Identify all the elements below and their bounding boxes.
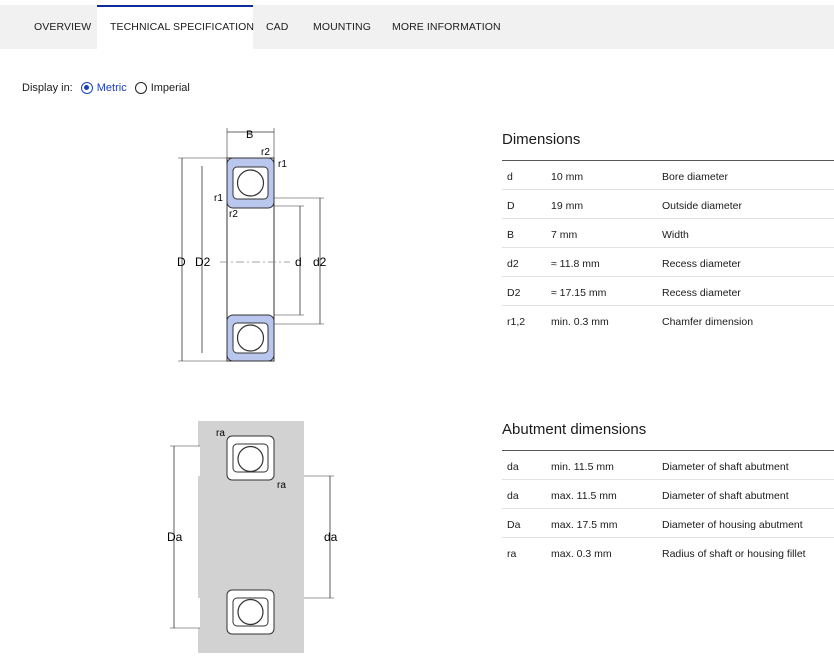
symbol: da xyxy=(507,490,519,502)
dimensions-table: d 10 mm Bore diameter D 19 mm Outside di… xyxy=(502,160,834,335)
description: Recess diameter xyxy=(662,287,741,299)
value: ≈ 17.15 mm xyxy=(551,287,607,299)
label-r1-left: r1 xyxy=(214,193,223,204)
description: Bore diameter xyxy=(662,171,728,183)
abutment-diagram: ra ra Da da xyxy=(167,421,338,653)
label-ra-mid: ra xyxy=(277,480,286,491)
imperial-option[interactable]: Imperial xyxy=(134,82,190,94)
symbol: Da xyxy=(507,519,521,531)
bearing-dimensions-diagram: B r2 r1 r1 r2 D D2 d d2 xyxy=(177,128,327,362)
description: Diameter of shaft abutment xyxy=(662,490,789,502)
label-D2: D2 xyxy=(195,255,211,269)
label-B: B xyxy=(246,129,253,141)
value: 10 mm xyxy=(551,171,584,183)
description: Chamfer dimension xyxy=(662,316,754,328)
label-ra-top: ra xyxy=(216,428,225,439)
label-da: da xyxy=(324,530,338,544)
table-row: da min. 11.5 mm Diameter of shaft abutme… xyxy=(502,451,834,480)
table-row: ra max. 0.3 mm Radius of shaft or housin… xyxy=(502,538,834,567)
label-Da: Da xyxy=(167,530,183,544)
value: min. 11.5 mm xyxy=(551,461,614,473)
table-row: Da max. 17.5 mm Diameter of housing abut… xyxy=(502,509,834,538)
label-r2-top: r2 xyxy=(261,147,270,158)
value: min. 0.3 mm xyxy=(551,316,609,328)
table-row: D2 ≈ 17.15 mm Recess diameter xyxy=(502,277,834,306)
label-D: D xyxy=(177,255,186,269)
symbol: D xyxy=(507,200,515,212)
unit-selector: Display in: Metric Imperial xyxy=(22,82,190,94)
value: max. 0.3 mm xyxy=(551,548,612,560)
symbol: r1,2 xyxy=(507,316,526,328)
radio-selected-icon[interactable] xyxy=(80,82,93,94)
symbol: B xyxy=(507,229,515,241)
table-row: D 19 mm Outside diameter xyxy=(502,190,834,219)
table-row: r1,2 min. 0.3 mm Chamfer dimension xyxy=(502,306,834,335)
description: Width xyxy=(662,229,689,241)
value: 7 mm xyxy=(551,229,578,241)
value: 19 mm xyxy=(551,200,584,212)
abutment-title: Abutment dimensions xyxy=(502,421,647,438)
description: Recess diameter xyxy=(662,258,741,270)
table-row: d2 ≈ 11.8 mm Recess diameter xyxy=(502,248,834,277)
label-d2: d2 xyxy=(313,255,327,269)
value: ≈ 11.8 mm xyxy=(551,258,600,270)
display-label: Display in: xyxy=(22,82,73,94)
symbol: da xyxy=(507,461,519,473)
value: max. 17.5 mm xyxy=(551,519,618,531)
symbol: D2 xyxy=(507,287,521,299)
tab-more-information[interactable]: MORE INFORMATION xyxy=(392,5,501,49)
table-row: B 7 mm Width xyxy=(502,219,834,248)
description: Radius of shaft or housing fillet xyxy=(662,548,806,560)
label-r2-left: r2 xyxy=(229,209,238,220)
metric-option[interactable]: Metric xyxy=(80,82,127,94)
dimensions-title: Dimensions xyxy=(502,131,581,148)
imperial-label: Imperial xyxy=(150,82,190,94)
tab-cad[interactable]: CAD xyxy=(266,5,288,49)
metric-label: Metric xyxy=(96,82,127,94)
table-row: d 10 mm Bore diameter xyxy=(502,161,834,190)
tab-technical-specification[interactable]: TECHNICAL SPECIFICATION xyxy=(97,5,254,49)
tab-overview[interactable]: OVERVIEW xyxy=(34,5,91,49)
symbol: ra xyxy=(507,548,517,560)
description: Diameter of housing abutment xyxy=(662,519,803,531)
tab-bar: OVERVIEW TECHNICAL SPECIFICATION CAD MOU… xyxy=(0,5,834,49)
label-d: d xyxy=(295,255,302,269)
symbol: d xyxy=(507,171,513,183)
tab-mounting[interactable]: MOUNTING xyxy=(313,5,371,49)
symbol: d2 xyxy=(507,258,519,270)
description: Diameter of shaft abutment xyxy=(662,461,789,473)
table-row: da max. 11.5 mm Diameter of shaft abutme… xyxy=(502,480,834,509)
label-r1-top: r1 xyxy=(278,159,287,170)
abutment-table: da min. 11.5 mm Diameter of shaft abutme… xyxy=(502,450,834,567)
value: max. 11.5 mm xyxy=(551,490,617,502)
description: Outside diameter xyxy=(662,200,742,212)
radio-unselected-icon[interactable] xyxy=(134,82,147,94)
